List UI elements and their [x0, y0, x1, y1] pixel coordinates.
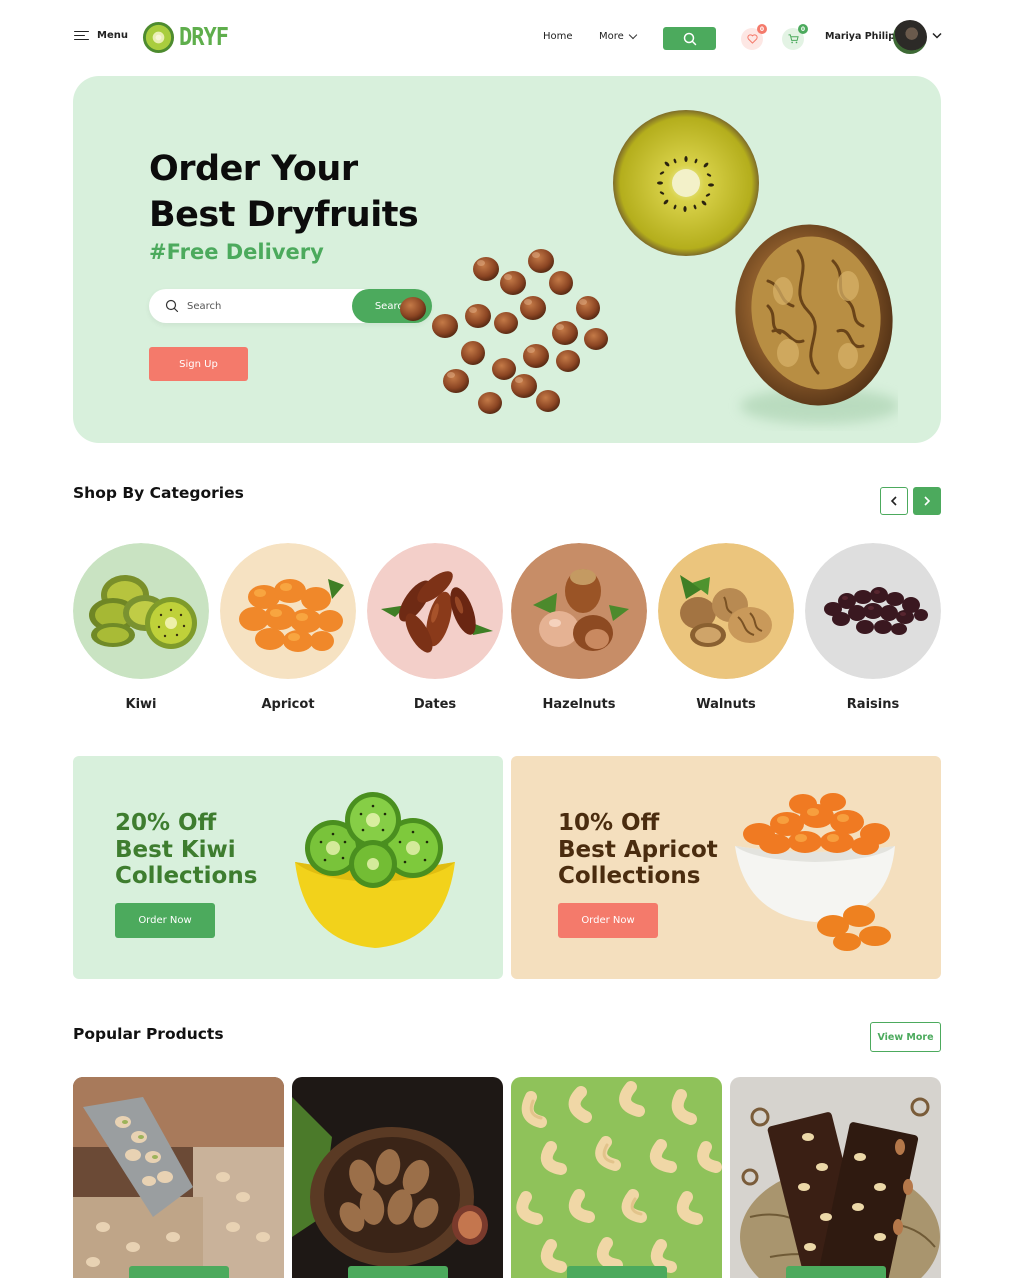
nav-more-dropdown[interactable]: More — [599, 30, 638, 42]
chevron-down-icon — [628, 30, 638, 40]
logo-text: DRYF — [179, 23, 229, 52]
search-icon — [165, 299, 179, 313]
brand-logo[interactable]: DRYF — [142, 21, 229, 54]
cart-button[interactable]: 0 — [782, 24, 808, 50]
product-pistachios-image — [73, 1077, 284, 1278]
category-raisins-label: Raisins — [846, 697, 900, 712]
kiwi-bowl-image — [295, 792, 455, 948]
cart-icon — [788, 34, 799, 44]
signup-button[interactable]: Sign Up — [149, 347, 248, 381]
categories-heading: Shop By Categories — [73, 484, 244, 502]
hero-dryfruits-image — [400, 110, 898, 424]
product-card-cashews[interactable] — [511, 1077, 722, 1278]
category-kiwi-image — [73, 543, 209, 679]
product-almonds-image — [292, 1077, 503, 1278]
category-carousel: Kiwi Apricot Dates Hazelnuts Walnuts Rai… — [73, 543, 941, 713]
user-name[interactable]: Mariya Philip — [825, 31, 895, 42]
category-walnuts[interactable]: Walnuts — [658, 543, 794, 712]
category-walnuts-image — [658, 543, 794, 679]
chevron-down-icon[interactable] — [932, 32, 942, 39]
product-chocolate-button[interactable] — [786, 1266, 886, 1278]
menu-button[interactable]: Menu — [74, 30, 128, 41]
product-card-almonds[interactable] — [292, 1077, 503, 1278]
logo-kiwi-icon — [142, 21, 175, 54]
categories-prev-button[interactable] — [880, 487, 908, 515]
category-raisins[interactable]: Raisins — [805, 543, 941, 712]
category-kiwi-label: Kiwi — [125, 697, 157, 712]
promo-apricot-discount: 10% Off — [558, 810, 660, 836]
product-almonds-button[interactable] — [348, 1266, 448, 1278]
search-icon — [683, 32, 696, 45]
apricot-bowl-image — [735, 793, 895, 951]
top-navbar: Menu DRYF Home More 0 0 Mariya Philip — [0, 0, 1014, 76]
nav-more-label: More — [599, 31, 624, 42]
popular-products-heading: Popular Products — [73, 1025, 224, 1043]
promo-kiwi-text: 20% Off Best Kiwi Collections — [115, 810, 257, 890]
category-dates-image — [367, 543, 503, 679]
category-dates[interactable]: Dates — [367, 543, 503, 712]
header-search-button[interactable] — [663, 27, 716, 50]
category-hazelnuts-image — [511, 543, 647, 679]
wishlist-count-badge: 0 — [757, 24, 767, 34]
promo-apricot-line2: Best Apricot — [558, 836, 718, 863]
nav-home-link[interactable]: Home — [543, 31, 573, 42]
product-card-chocolate[interactable] — [730, 1077, 941, 1278]
category-raisins-image — [805, 543, 941, 679]
user-avatar[interactable] — [893, 20, 927, 54]
heart-icon — [746, 34, 758, 44]
promo-kiwi-discount: 20% Off — [115, 810, 217, 836]
chevron-right-icon — [924, 496, 931, 506]
hero-tagline: #Free Delivery — [149, 240, 324, 264]
menu-icon — [74, 30, 89, 41]
promo-apricot-order-button[interactable]: Order Now — [558, 903, 658, 938]
promo-apricot-line3: Collections — [558, 863, 701, 889]
wishlist-button[interactable]: 0 — [741, 24, 767, 50]
product-cashews-image — [511, 1077, 722, 1278]
product-pistachios-button[interactable] — [129, 1266, 229, 1278]
promo-kiwi-line3: Collections — [115, 863, 258, 889]
category-kiwi[interactable]: Kiwi — [73, 543, 209, 712]
categories-next-button[interactable] — [913, 487, 941, 515]
hero-search-input[interactable] — [187, 296, 347, 316]
category-apricot[interactable]: Apricot — [220, 543, 356, 712]
promo-card-kiwi: 20% Off Best Kiwi Collections Order Now — [73, 756, 503, 979]
product-cashews-button[interactable] — [567, 1266, 667, 1278]
category-hazelnuts-label: Hazelnuts — [542, 697, 616, 712]
promo-kiwi-order-button[interactable]: Order Now — [115, 903, 215, 938]
chevron-left-icon — [890, 496, 897, 506]
promo-kiwi-line2: Best Kiwi — [115, 836, 236, 863]
view-more-button[interactable]: View More — [870, 1022, 941, 1052]
product-chocolate-image — [730, 1077, 941, 1278]
hazelnuts-pile — [400, 249, 608, 414]
cart-count-badge: 0 — [798, 24, 808, 34]
product-card-pistachios[interactable] — [73, 1077, 284, 1278]
promo-card-apricot: 10% Off Best Apricot Collections Order N… — [511, 756, 941, 979]
category-walnuts-label: Walnuts — [696, 697, 756, 712]
category-dates-label: Dates — [413, 697, 457, 712]
promo-apricot-text: 10% Off Best Apricot Collections — [558, 810, 718, 890]
hero-banner: Order Your Best Dryfruits #Free Delivery… — [73, 76, 941, 443]
category-apricot-image — [220, 543, 356, 679]
menu-label: Menu — [97, 30, 128, 41]
category-hazelnuts[interactable]: Hazelnuts — [511, 543, 647, 712]
category-apricot-label: Apricot — [261, 697, 315, 712]
